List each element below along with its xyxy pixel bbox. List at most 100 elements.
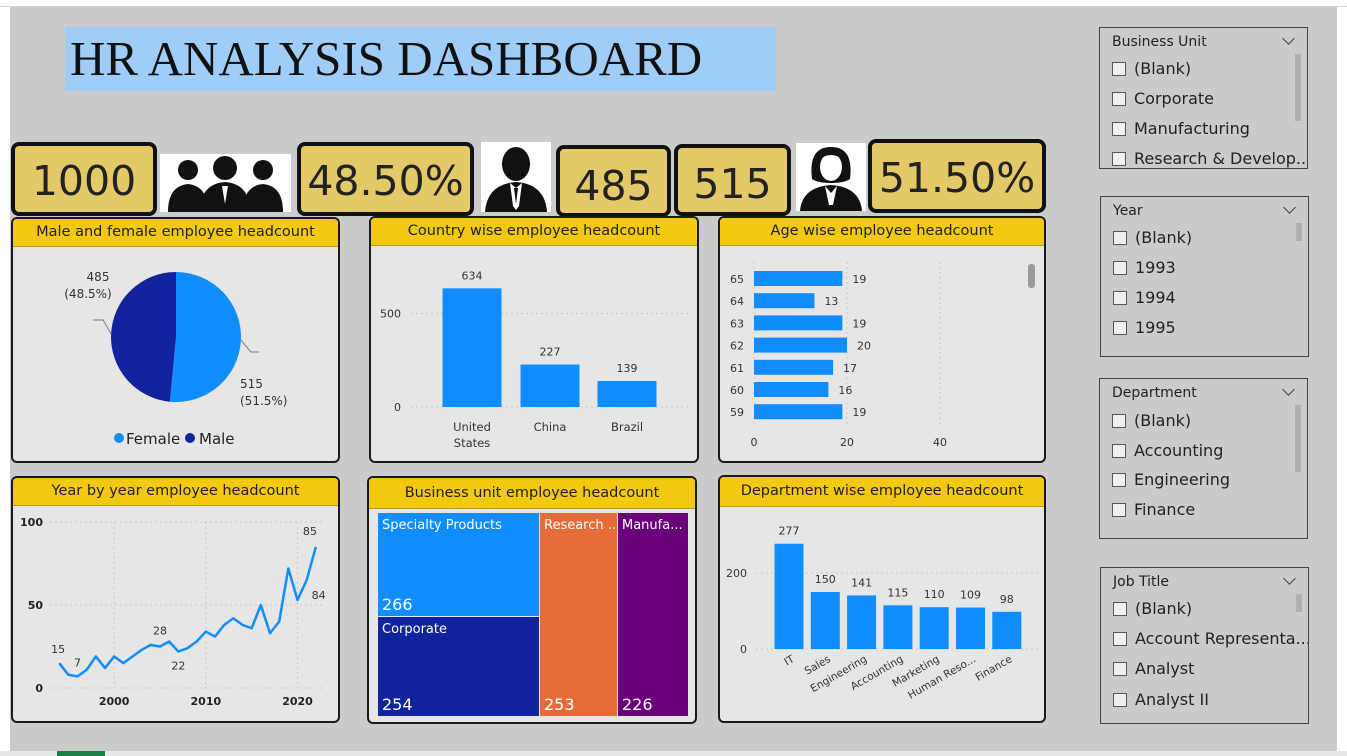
year-line-chart[interactable]: 0 50 100 2000 2010 2020 15 7 28 22 84 85: [13, 478, 340, 723]
slicer-option-label: Analyst: [1135, 659, 1195, 678]
slicer-option[interactable]: Corporate: [1112, 89, 1214, 109]
page-title: HR ANALYSIS DASHBOARD: [70, 31, 703, 86]
bar-age-64[interactable]: [754, 293, 815, 309]
slicer-option[interactable]: (Blank): [1113, 228, 1192, 248]
chevron-down-icon[interactable]: [1283, 201, 1296, 214]
treemap-label: Corporate: [382, 622, 447, 637]
slicer-option[interactable]: 1993: [1113, 258, 1176, 278]
bar-united-states[interactable]: [442, 288, 502, 407]
department-bar-chart[interactable]: 0200277IT150Sales141Engineering115Accoun…: [720, 477, 1046, 723]
slicer-scrollbar[interactable]: [1296, 223, 1302, 241]
slicer-option[interactable]: Account Representa...: [1113, 629, 1308, 649]
checkbox[interactable]: [1113, 662, 1127, 676]
treemap-cell-research[interactable]: Research ... 253: [540, 513, 617, 716]
country-bar-chart[interactable]: 0 500 634 United States 227 China 139 Brazil: [371, 218, 699, 463]
bar-data-label: 19: [852, 406, 866, 419]
bar-brazil[interactable]: [597, 380, 657, 407]
checkbox[interactable]: [1112, 92, 1126, 106]
checkbox[interactable]: [1112, 473, 1126, 487]
slicer-scrollbar[interactable]: [1295, 405, 1301, 472]
slicer-option[interactable]: Analyst II: [1113, 690, 1209, 710]
checkbox[interactable]: [1113, 321, 1127, 335]
slicer-business-unit[interactable]: Business Unit (Blank) Corporate Manufact…: [1099, 27, 1308, 169]
y-tick-label: 200: [726, 567, 747, 580]
slicer-scrollbar[interactable]: [1296, 594, 1302, 612]
slicer-scrollbar[interactable]: [1295, 54, 1301, 121]
checkbox[interactable]: [1112, 152, 1126, 166]
bar-dept-5[interactable]: [956, 607, 985, 649]
checkbox[interactable]: [1112, 414, 1126, 428]
bar-dept-1[interactable]: [810, 592, 840, 649]
slicer-option[interactable]: 1994: [1113, 288, 1176, 308]
bar-dept-4[interactable]: [919, 607, 949, 649]
x-tick-label: 2010: [191, 695, 222, 708]
kpi-total-employees[interactable]: 1000: [11, 142, 157, 216]
bar-age-59[interactable]: [754, 404, 843, 420]
checkbox[interactable]: [1113, 261, 1127, 275]
gender-pie-chart[interactable]: 515 (51.5%) 485 (48.5%) Female Male: [13, 219, 340, 463]
checkbox[interactable]: [1113, 231, 1127, 245]
bar-age-60[interactable]: [754, 382, 829, 397]
slicer-option[interactable]: Research & Develop...: [1112, 149, 1307, 168]
pie-data-label: (51.5%): [240, 394, 287, 408]
checkbox[interactable]: [1113, 693, 1127, 707]
treemap-cell-specialty-products[interactable]: Specialty Products 266: [378, 513, 539, 616]
slicer-option[interactable]: (Blank): [1112, 411, 1191, 431]
bar-age-63[interactable]: [754, 315, 843, 331]
slicer-option-label: Analyst II: [1135, 690, 1209, 709]
checkbox[interactable]: [1112, 444, 1126, 458]
chevron-down-icon[interactable]: [1283, 572, 1296, 585]
checkbox[interactable]: [1112, 62, 1126, 76]
slicer-option[interactable]: Finance: [1112, 500, 1195, 520]
kpi-male-percent[interactable]: 48.50%: [297, 142, 474, 216]
slicer-option[interactable]: Manufacturing: [1112, 119, 1250, 139]
checkbox[interactable]: [1112, 122, 1126, 136]
checkbox[interactable]: [1113, 291, 1127, 305]
kpi-female-count[interactable]: 515: [674, 144, 791, 216]
bar-data-label: 110: [924, 588, 945, 601]
pie-slice-male[interactable]: [110, 272, 176, 402]
age-bar-card[interactable]: Age wise employee headcount 0 20 40 65 19 64 1…: [718, 216, 1046, 463]
slicer-option[interactable]: (Blank): [1113, 599, 1192, 619]
pie-label-leader: [93, 319, 112, 335]
bar-dept-3[interactable]: [883, 605, 913, 649]
slicer-option[interactable]: Accounting: [1112, 441, 1223, 461]
slicer-option[interactable]: 1995: [1113, 318, 1176, 338]
age-chart-scrollbar[interactable]: [1028, 264, 1035, 288]
bar-dept-2[interactable]: [847, 595, 877, 649]
kpi-male-count[interactable]: 485: [556, 145, 671, 217]
country-bar-card[interactable]: Country wise employee headcount 0 500 634 U…: [369, 216, 699, 463]
slicer-option[interactable]: (Blank): [1112, 59, 1191, 79]
bar-china[interactable]: [520, 364, 580, 407]
checkbox[interactable]: [1113, 632, 1127, 646]
bar-data-label: 19: [852, 273, 866, 286]
bar-dept-6[interactable]: [992, 611, 1022, 649]
kpi-female-percent[interactable]: 51.50%: [868, 139, 1046, 213]
checkbox[interactable]: [1112, 503, 1126, 517]
bar-age-65[interactable]: [754, 271, 843, 286]
slicer-option[interactable]: Engineering: [1112, 470, 1230, 490]
x-tick-label: Finance: [974, 653, 1015, 683]
slicer-job-title[interactable]: Job Title (Blank) Account Representa... …: [1100, 567, 1309, 724]
treemap-cell-corporate[interactable]: Corporate 254: [378, 617, 539, 716]
bar-data-label: 277: [779, 525, 800, 538]
gender-pie-card[interactable]: Male and female employee headcount 515 (5…: [11, 217, 340, 463]
bar-dept-0[interactable]: [774, 543, 804, 649]
slicer-year[interactable]: Year (Blank) 1993 1994 1995: [1100, 196, 1309, 357]
treemap-cell-manufacturing[interactable]: Manufa... 226: [618, 513, 688, 716]
department-bar-card[interactable]: Department wise employee headcount 0 200 2…: [718, 475, 1046, 723]
line-series-headcount[interactable]: [58, 546, 318, 678]
chevron-down-icon[interactable]: [1282, 32, 1295, 45]
y-tick-label: 64: [730, 295, 744, 308]
year-line-card[interactable]: Year by year employee headcount 0 50 100 20…: [11, 476, 340, 723]
page-tab-active[interactable]: [57, 751, 105, 756]
age-bar-chart[interactable]: 0 20 40 65 19 64 13 63 19 62 20 61 17 60 16 59 19: [720, 218, 1046, 463]
slicer-department[interactable]: Department (Blank) Accounting Engineerin…: [1099, 378, 1308, 539]
slicer-option[interactable]: Analyst: [1113, 659, 1194, 679]
business-unit-card[interactable]: Business unit employee headcount Special…: [367, 476, 697, 724]
checkbox[interactable]: [1113, 602, 1127, 616]
bar-age-61[interactable]: [754, 359, 834, 375]
bar-age-62[interactable]: [754, 337, 847, 353]
pie-slice-female[interactable]: [169, 272, 241, 402]
chevron-down-icon[interactable]: [1282, 383, 1295, 396]
